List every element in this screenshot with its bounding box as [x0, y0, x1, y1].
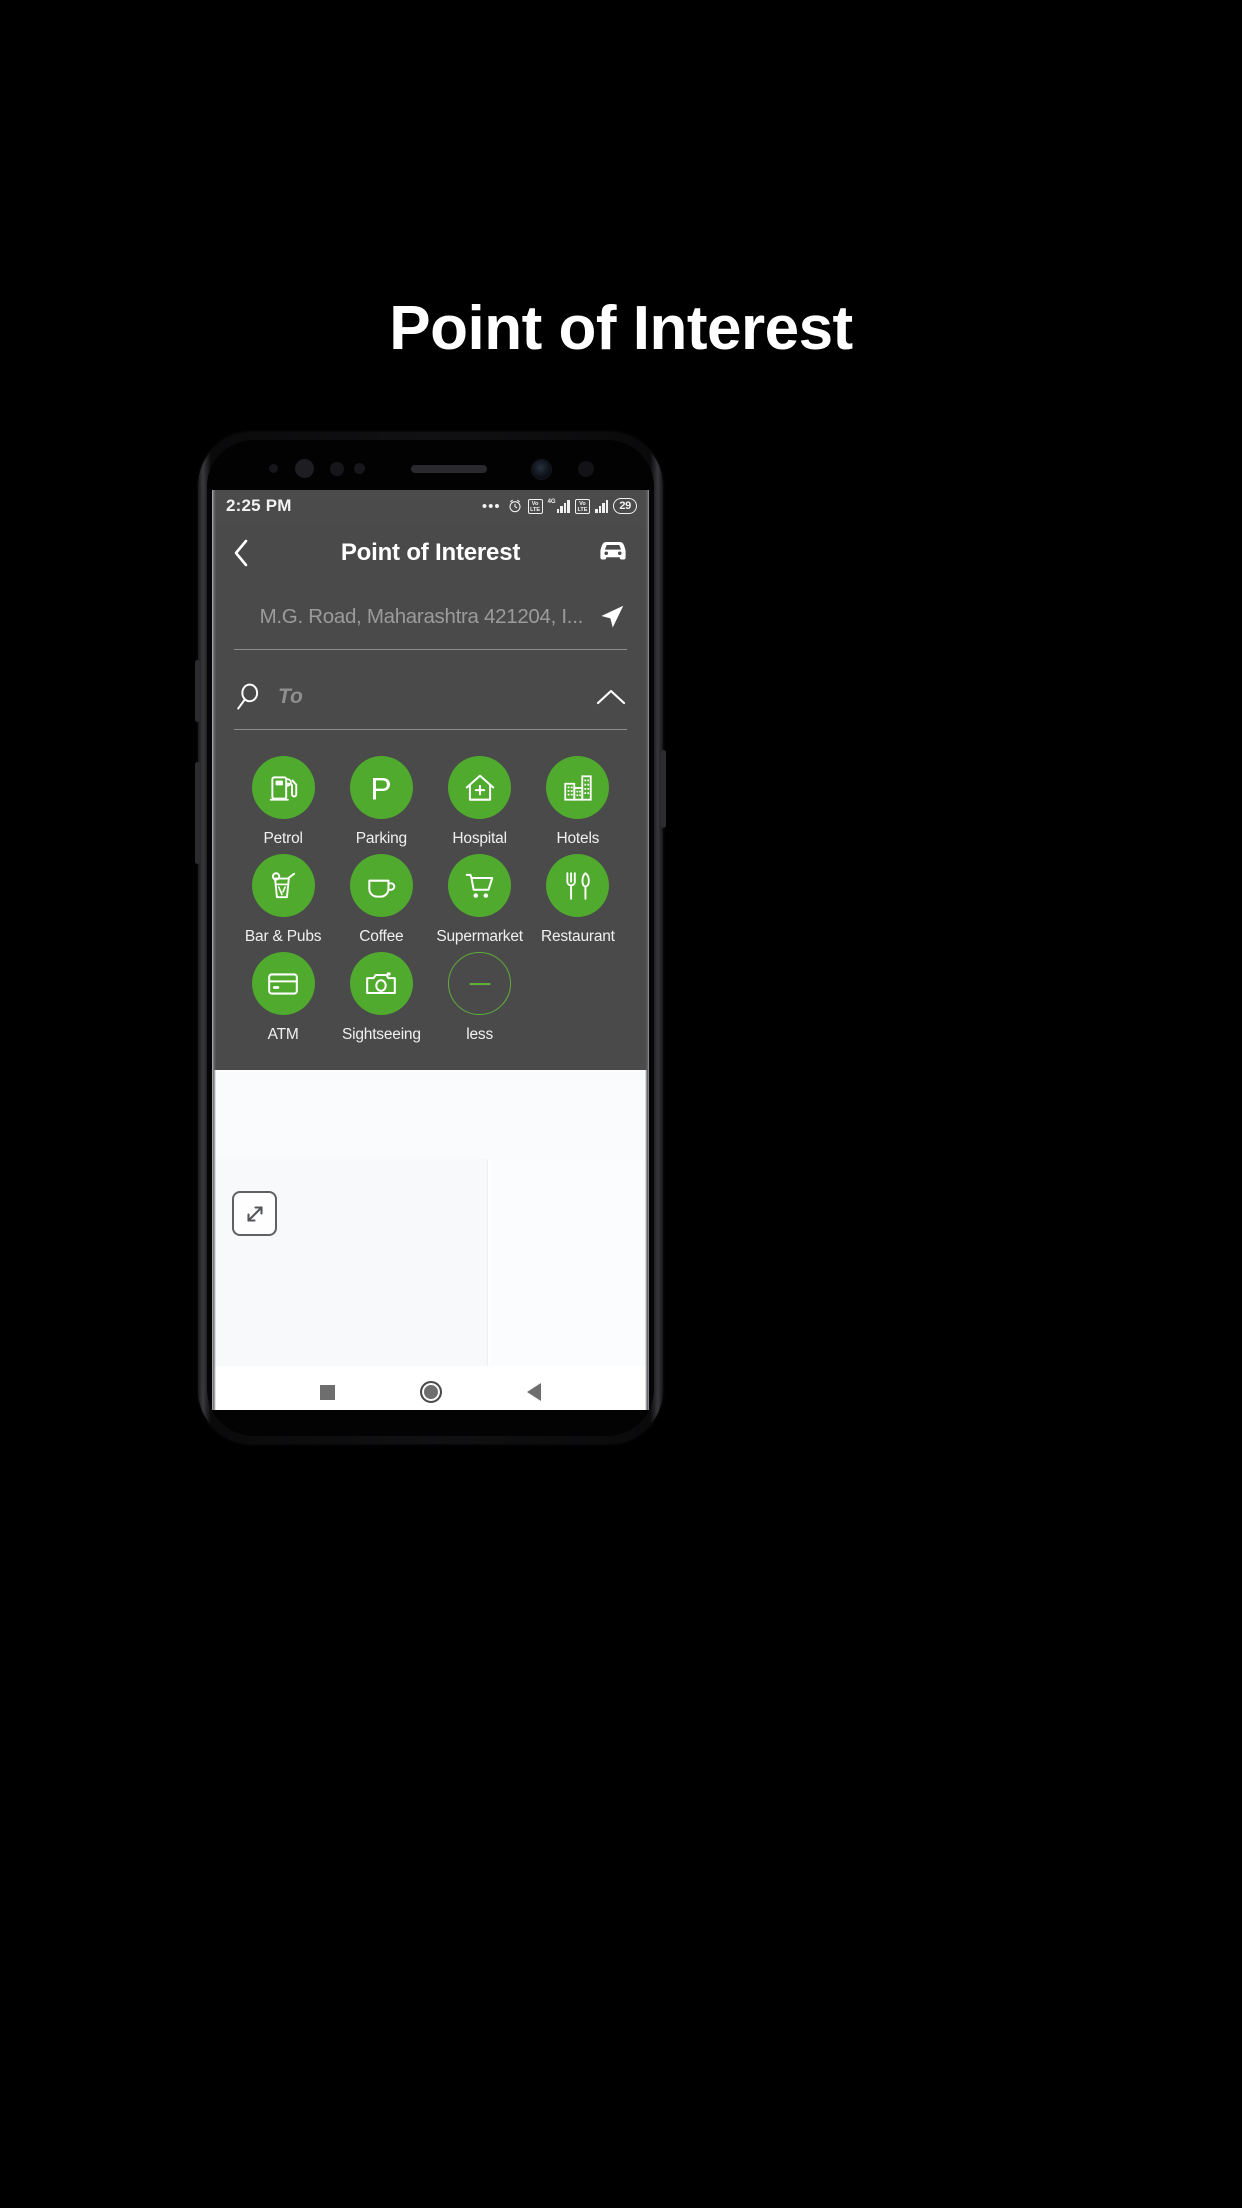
- poi-item-bar-pubs[interactable]: Bar & Pubs: [234, 854, 332, 946]
- poi-label: ATM: [267, 1026, 299, 1043]
- app-bar: Point of Interest: [212, 522, 649, 584]
- phone-screen: 2:25 PM ••• Vo LTE 4G Vo LTE 29 Point of…: [212, 490, 649, 1410]
- led-indicator-icon: [578, 461, 594, 477]
- buildings-icon: [564, 774, 592, 801]
- svg-text:P: P: [371, 771, 392, 805]
- sensor-icon: [269, 464, 278, 473]
- poi-item-atm[interactable]: ATM: [234, 952, 332, 1044]
- poi-label: Restaurant: [540, 928, 615, 945]
- alarm-clock-icon: [509, 499, 521, 513]
- back-button[interactable]: [230, 537, 264, 569]
- poi-icon-circle: [448, 854, 512, 917]
- status-icons: ••• Vo LTE 4G Vo LTE 29: [482, 498, 637, 514]
- iris-scanner-icon: [295, 459, 314, 478]
- bixby-button[interactable]: [195, 660, 200, 722]
- page-title: Point of Interest: [389, 294, 853, 363]
- poi-item-supermarket[interactable]: Supermarket: [431, 854, 529, 946]
- map-bottom-edge: [212, 1366, 649, 1374]
- volte-icon-1: Vo LTE: [527, 498, 543, 514]
- poi-label: Supermarket: [436, 928, 523, 945]
- poi-item-coffee[interactable]: Coffee: [332, 854, 430, 946]
- poi-sheet: M.G. Road, Maharashtra 421204, I... To P…: [212, 584, 649, 1070]
- coffee-cup-icon: [368, 879, 396, 898]
- network-type-label: 4G: [547, 499, 556, 505]
- chevron-up-icon[interactable]: [595, 686, 627, 708]
- poi-label: Sightseeing: [341, 1026, 421, 1043]
- to-search-placeholder: To: [278, 684, 303, 708]
- poi-item-petrol[interactable]: Petrol: [234, 756, 332, 848]
- volte-icon-2: Vo LTE: [574, 498, 590, 514]
- poi-item-sightseeing[interactable]: Sightseeing: [332, 952, 430, 1044]
- poi-icon-circle: [251, 854, 315, 917]
- poi-label: less: [466, 1026, 493, 1043]
- status-bar: 2:25 PM ••• Vo LTE 4G Vo LTE 29: [212, 490, 649, 522]
- camera-icon: [366, 971, 397, 994]
- power-button[interactable]: [661, 750, 666, 828]
- cutlery-icon: [566, 871, 590, 900]
- proximity-sensor-icon: [330, 462, 344, 476]
- volume-button[interactable]: [195, 762, 200, 864]
- phone-top-bezel: [207, 440, 654, 490]
- car-icon: [600, 541, 626, 560]
- poi-label: Coffee: [359, 928, 404, 945]
- poi-item-less[interactable]: less: [431, 952, 529, 1044]
- parking-p-icon: P: [371, 771, 392, 805]
- notification-overflow-icon: •••: [481, 497, 501, 515]
- phone-device-frame: 2:25 PM ••• Vo LTE 4G Vo LTE 29 Point of…: [195, 432, 666, 1444]
- poi-item-restaurant[interactable]: Restaurant: [529, 854, 627, 946]
- android-navigation-bar: [212, 1374, 649, 1410]
- poi-label: Bar & Pubs: [244, 928, 322, 945]
- poi-item-hotels[interactable]: Hotels: [529, 756, 627, 848]
- signal-bars-1: 4G: [548, 499, 570, 513]
- phone-bottom-bezel: [207, 1410, 654, 1436]
- recents-square-icon[interactable]: [320, 1384, 335, 1400]
- cocktail-icon: [272, 871, 296, 898]
- from-location-field[interactable]: M.G. Road, Maharashtra 421204, I...: [234, 584, 627, 650]
- poi-icon-circle: [546, 756, 610, 819]
- app-bar-title: Point of Interest: [340, 539, 521, 566]
- minus-icon: [469, 982, 491, 985]
- shopping-cart-icon: [465, 873, 493, 898]
- fuel-pump-icon: [269, 775, 298, 801]
- signal-bars-2: [594, 499, 609, 513]
- poi-icon-circle: P: [349, 756, 413, 819]
- vehicle-mode-button[interactable]: [595, 536, 631, 571]
- poi-item-parking[interactable]: P Parking: [332, 756, 430, 848]
- poi-icon-circle: [448, 756, 512, 819]
- expand-arrows-icon: [246, 1205, 263, 1222]
- home-circle-icon[interactable]: [420, 1381, 442, 1403]
- from-location-value: M.G. Road, Maharashtra 421204, I...: [259, 604, 584, 628]
- map-panel-right: [490, 1159, 649, 1374]
- poi-grid: Petrol P Parking Hospital Hotels Bar & P…: [234, 756, 627, 1044]
- credit-card-icon: [268, 972, 298, 995]
- poi-label: Hospital: [452, 830, 507, 847]
- map-view[interactable]: [212, 1159, 649, 1374]
- poi-icon-circle: [349, 854, 413, 917]
- expand-map-button[interactable]: [232, 1191, 277, 1236]
- poi-icon-circle: [349, 952, 413, 1015]
- poi-icon-circle: [251, 952, 315, 1015]
- chevron-left-icon: [234, 539, 248, 567]
- to-search-field[interactable]: To: [234, 664, 627, 730]
- back-triangle-icon[interactable]: [527, 1383, 541, 1401]
- status-time: 2:25 PM: [226, 496, 292, 515]
- battery-indicator: 29: [613, 498, 637, 514]
- phone-bezel: 2:25 PM ••• Vo LTE 4G Vo LTE 29 Point of…: [207, 440, 654, 1436]
- poi-label: Petrol: [263, 830, 303, 847]
- poi-item-hospital[interactable]: Hospital: [431, 756, 529, 848]
- navigation-arrow-icon[interactable]: [597, 602, 627, 632]
- light-sensor-icon: [354, 463, 365, 474]
- front-camera-icon: [532, 460, 551, 479]
- poi-icon-circle-outline: [448, 952, 512, 1015]
- poi-label: Hotels: [556, 830, 600, 847]
- map-divider: [488, 1159, 490, 1366]
- poi-label: Parking: [355, 830, 407, 847]
- magnifier-icon: [237, 683, 259, 710]
- poi-icon-circle: [546, 854, 610, 917]
- hospital-icon: [465, 774, 494, 801]
- earpiece-speaker: [411, 465, 487, 473]
- poi-icon-circle: [251, 756, 315, 819]
